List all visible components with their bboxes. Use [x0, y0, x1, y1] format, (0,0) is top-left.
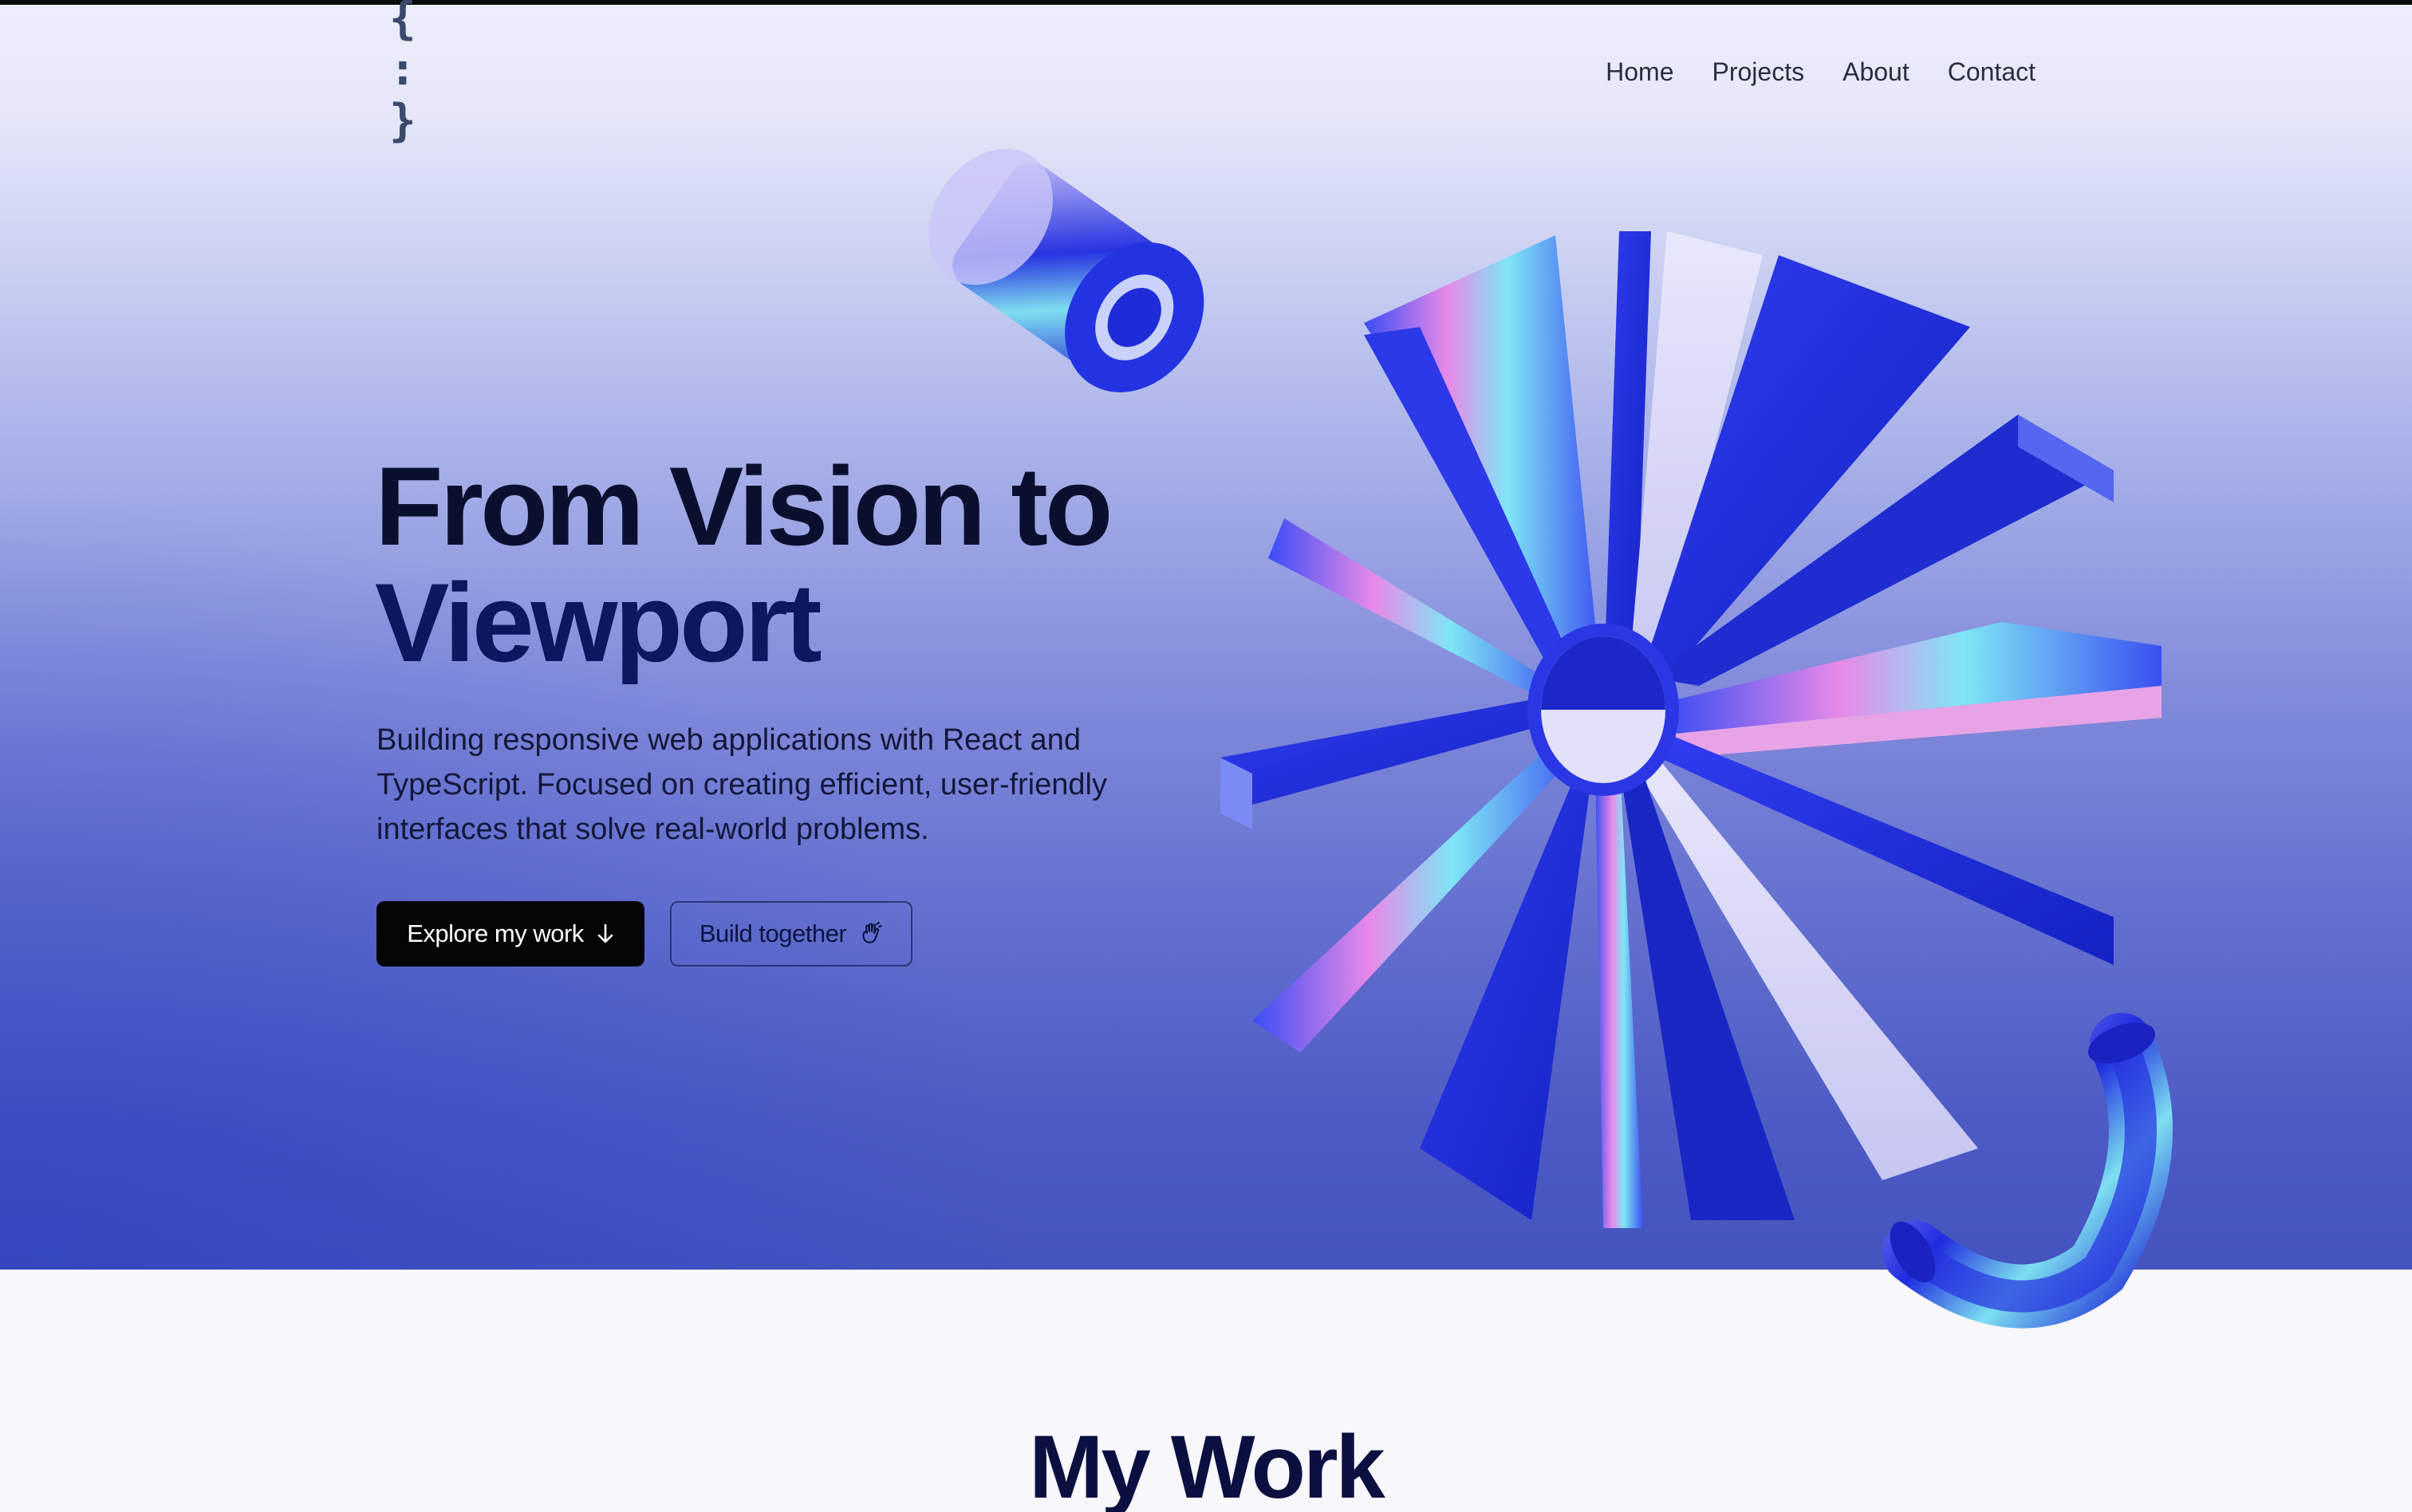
hero-subtext: Building responsive web applications wit…	[376, 723, 1107, 846]
site-logo[interactable]: { : }	[389, 0, 447, 147]
main-nav: Home Projects About Contact	[1606, 53, 2036, 91]
arrow-down-icon	[597, 923, 613, 943]
my-work-heading: My Work	[1029, 1417, 1385, 1512]
nav-home[interactable]: Home	[1606, 53, 1673, 91]
logo-text: { : }	[389, 0, 416, 147]
nav-projects[interactable]: Projects	[1712, 53, 1805, 91]
nav-about[interactable]: About	[1843, 53, 1910, 91]
hand-wave-icon	[862, 922, 883, 943]
explore-button-label: Explore my work	[407, 919, 584, 947]
nav-contact[interactable]: Contact	[1948, 53, 2036, 91]
headline-line-2: Viewport	[375, 560, 822, 685]
build-button-label: Build together	[699, 919, 847, 947]
explore-my-work-button[interactable]: Explore my work	[376, 901, 644, 967]
hero-headline: From Vision to Viewport	[375, 448, 1252, 681]
headline-line-1: From Vision to	[375, 443, 1113, 569]
build-together-button[interactable]: Build together	[670, 901, 912, 967]
